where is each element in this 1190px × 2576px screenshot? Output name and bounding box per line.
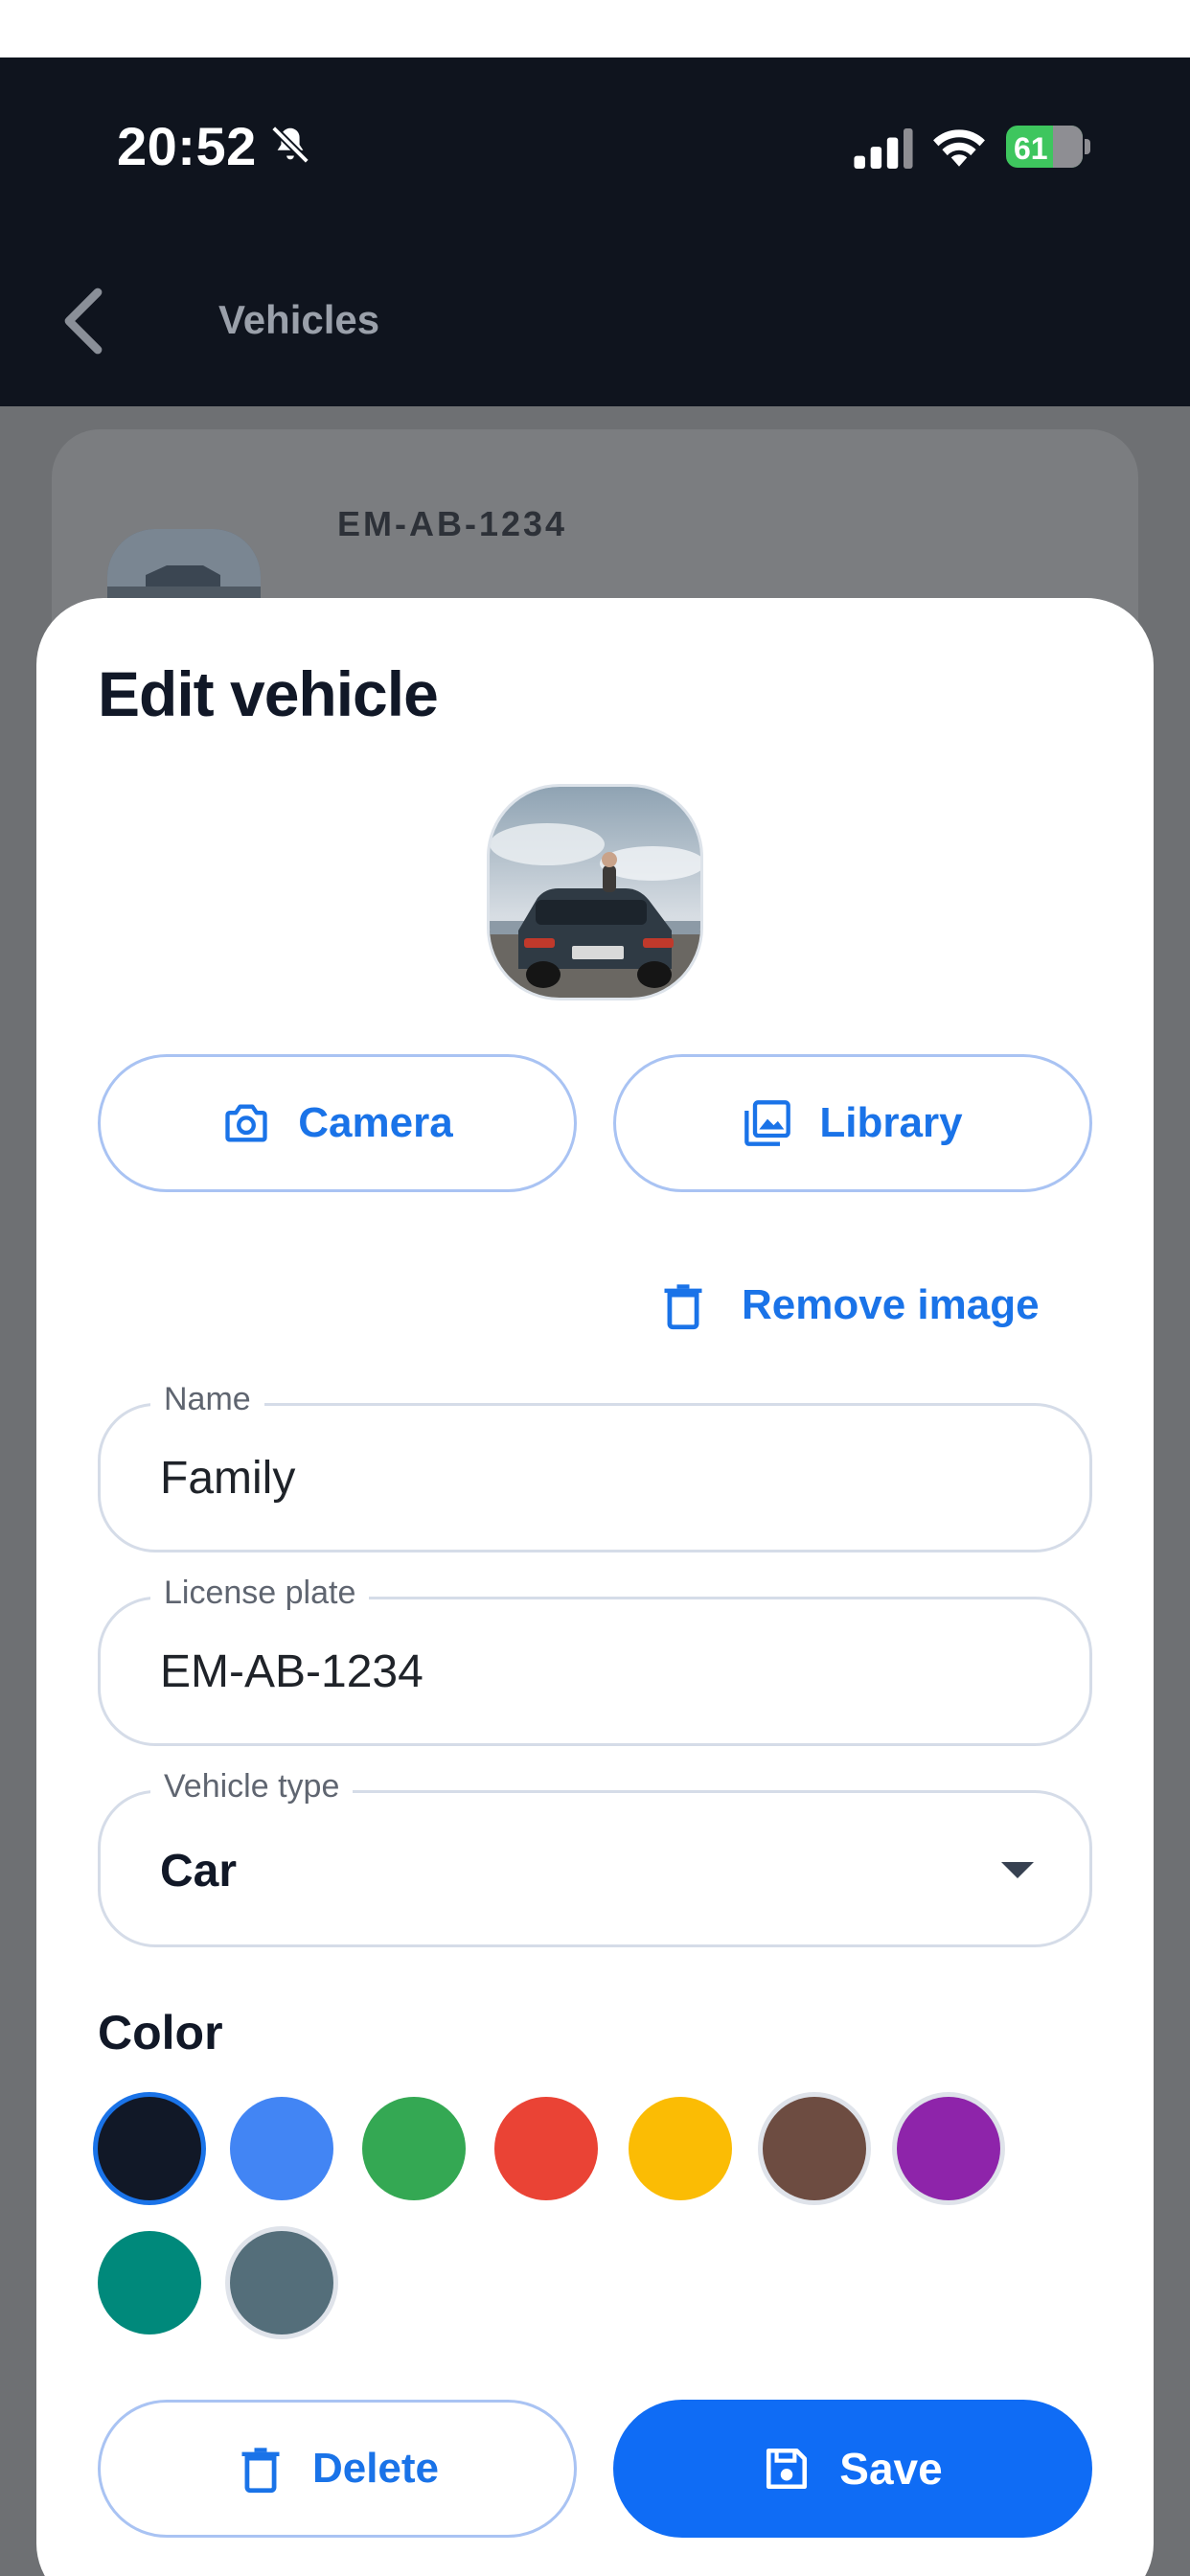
chevron-left-icon[interactable] xyxy=(59,288,107,355)
color-swatch[interactable] xyxy=(629,2097,732,2200)
license-plate-field-value: EM-AB-1234 xyxy=(160,1646,423,1697)
remove-image-button[interactable]: Remove image xyxy=(661,1275,1040,1336)
color-swatch[interactable] xyxy=(230,2097,333,2200)
color-swatch[interactable] xyxy=(494,2097,598,2200)
wifi-icon xyxy=(933,129,985,167)
color-swatch[interactable] xyxy=(98,2097,201,2200)
camera-icon xyxy=(225,1104,267,1142)
delete-button[interactable]: Delete xyxy=(98,2400,577,2538)
name-field[interactable]: Name Family xyxy=(98,1381,1092,1552)
save-button-label: Save xyxy=(839,2444,943,2494)
battery-empty-part xyxy=(1052,126,1083,168)
license-plate-field-label: License plate xyxy=(150,1575,370,1612)
library-button[interactable]: Library xyxy=(613,1054,1092,1192)
camera-button-label: Camera xyxy=(298,1099,453,1146)
battery-charging-icon: 61 xyxy=(1006,126,1090,168)
color-swatch[interactable] xyxy=(763,2097,866,2200)
save-icon xyxy=(767,2448,808,2490)
color-swatch[interactable] xyxy=(362,2097,466,2200)
vehicle-image xyxy=(487,784,703,1000)
remove-image-label: Remove image xyxy=(742,1281,1040,1328)
save-button[interactable]: Save xyxy=(613,2400,1092,2538)
vehicle-type-select[interactable]: Vehicle type Car xyxy=(98,1768,1092,1947)
battery-level: 61 xyxy=(1014,131,1048,166)
name-field-value: Family xyxy=(160,1453,296,1504)
color-swatch[interactable] xyxy=(98,2231,201,2334)
background-vehicle-plate: EM-AB-1234 xyxy=(337,504,568,543)
vehicle-type-label: Vehicle type xyxy=(150,1768,354,1806)
vehicle-type-value: Car xyxy=(160,1846,238,1897)
color-swatch[interactable] xyxy=(897,2097,1000,2200)
license-plate-field[interactable]: License plate EM-AB-1234 xyxy=(98,1575,1092,1746)
library-button-label: Library xyxy=(819,1099,963,1146)
photo-library-icon xyxy=(744,1100,791,1146)
status-time: 20:52 xyxy=(117,116,257,176)
color-swatch[interactable] xyxy=(230,2231,333,2334)
dropdown-caret-icon xyxy=(1001,1862,1034,1878)
cellular-signal-icon xyxy=(854,128,913,169)
trash-icon xyxy=(241,2448,280,2494)
sheet-title: Edit vehicle xyxy=(98,658,439,729)
color-heading: Color xyxy=(98,2006,223,2059)
bell-muted-icon xyxy=(271,126,309,164)
trash-icon xyxy=(664,1284,702,1330)
nav-title: Vehicles xyxy=(218,297,380,342)
navigation-bar xyxy=(0,240,1190,406)
camera-button[interactable]: Camera xyxy=(98,1054,577,1192)
delete-button-label: Delete xyxy=(311,2445,440,2492)
name-field-label: Name xyxy=(150,1381,264,1418)
top-strip xyxy=(0,0,1190,58)
